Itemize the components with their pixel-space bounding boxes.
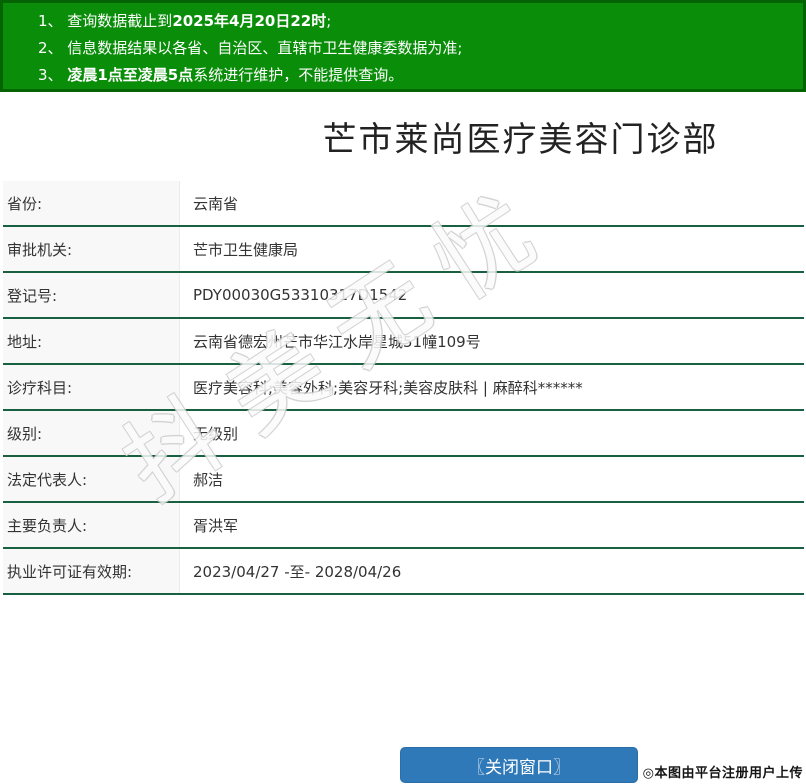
- row-label: 登记号:: [3, 273, 180, 317]
- table-row-registration-number: 登记号: PDY00030G53310317D1542: [3, 273, 804, 319]
- row-label: 省份:: [3, 181, 180, 225]
- notice-line-2: 2、 信息数据结果以各省、自治区、直辖市卫生健康委数据为准;: [38, 35, 793, 62]
- notice-line-3: 3、 凌晨1点至凌晨5点系统进行维护，不能提供查询。: [38, 62, 793, 89]
- row-value: 无级别: [180, 411, 804, 455]
- row-label: 级别:: [3, 411, 180, 455]
- notice-bold-text: 凌晨1点至凌晨5点: [67, 66, 193, 84]
- row-value: 郝洁: [180, 457, 804, 501]
- row-value: PDY00030G53310317D1542: [180, 273, 804, 317]
- institution-details-table: 省份: 云南省 审批机关: 芒市卫生健康局 登记号: PDY00030G5331…: [3, 181, 804, 595]
- row-label: 审批机关:: [3, 227, 180, 271]
- table-row-address: 地址: 云南省德宏州芒市华江水岸星城51幢109号: [3, 319, 804, 365]
- notice-text: 系统进行维护，不能提供查询。: [193, 66, 403, 84]
- row-label: 主要负责人:: [3, 503, 180, 547]
- row-value: 医疗美容科;美容外科;美容牙科;美容皮肤科 | 麻醉科******: [180, 365, 804, 409]
- table-row-legal-representative: 法定代表人: 郝洁: [3, 457, 804, 503]
- row-value: 芒市卫生健康局: [180, 227, 804, 271]
- table-row-approval-authority: 审批机关: 芒市卫生健康局: [3, 227, 804, 273]
- notice-bold-text: 2025年4月20日22时: [172, 12, 326, 30]
- notice-text: ;: [326, 12, 331, 30]
- notice-text: 2、 信息数据结果以各省、自治区、直辖市卫生健康委数据为准;: [38, 39, 462, 57]
- notice-text: 3、: [38, 66, 67, 84]
- table-row-medical-subjects: 诊疗科目: 医疗美容科;美容外科;美容牙科;美容皮肤科 | 麻醉科******: [3, 365, 804, 411]
- row-label: 诊疗科目:: [3, 365, 180, 409]
- row-label: 地址:: [3, 319, 180, 363]
- table-row-province: 省份: 云南省: [3, 181, 804, 227]
- query-result-page: 1、 查询数据截止到2025年4月20日22时; 2、 信息数据结果以各省、自治…: [0, 0, 806, 784]
- row-value: 2023/04/27 -至- 2028/04/26: [180, 549, 804, 593]
- image-credit: ◎本图由平台注册用户上传: [643, 762, 803, 781]
- row-label: 法定代表人:: [3, 457, 180, 501]
- notice-banner: 1、 查询数据截止到2025年4月20日22时; 2、 信息数据结果以各省、自治…: [0, 0, 806, 92]
- page-title: 芒市莱尚医疗美容门诊部: [235, 118, 806, 162]
- row-label: 执业许可证有效期:: [3, 549, 180, 593]
- table-row-license-validity: 执业许可证有效期: 2023/04/27 -至- 2028/04/26: [3, 549, 804, 595]
- row-value: 云南省德宏州芒市华江水岸星城51幢109号: [180, 319, 804, 363]
- row-value: 胥洪军: [180, 503, 804, 547]
- notice-text: 1、 查询数据截止到: [38, 12, 172, 30]
- row-value: 云南省: [180, 181, 804, 225]
- table-row-level: 级别: 无级别: [3, 411, 804, 457]
- notice-line-1: 1、 查询数据截止到2025年4月20日22时;: [38, 8, 793, 35]
- table-row-principal: 主要负责人: 胥洪军: [3, 503, 804, 549]
- close-window-button[interactable]: 〖关闭窗口〗: [400, 747, 638, 783]
